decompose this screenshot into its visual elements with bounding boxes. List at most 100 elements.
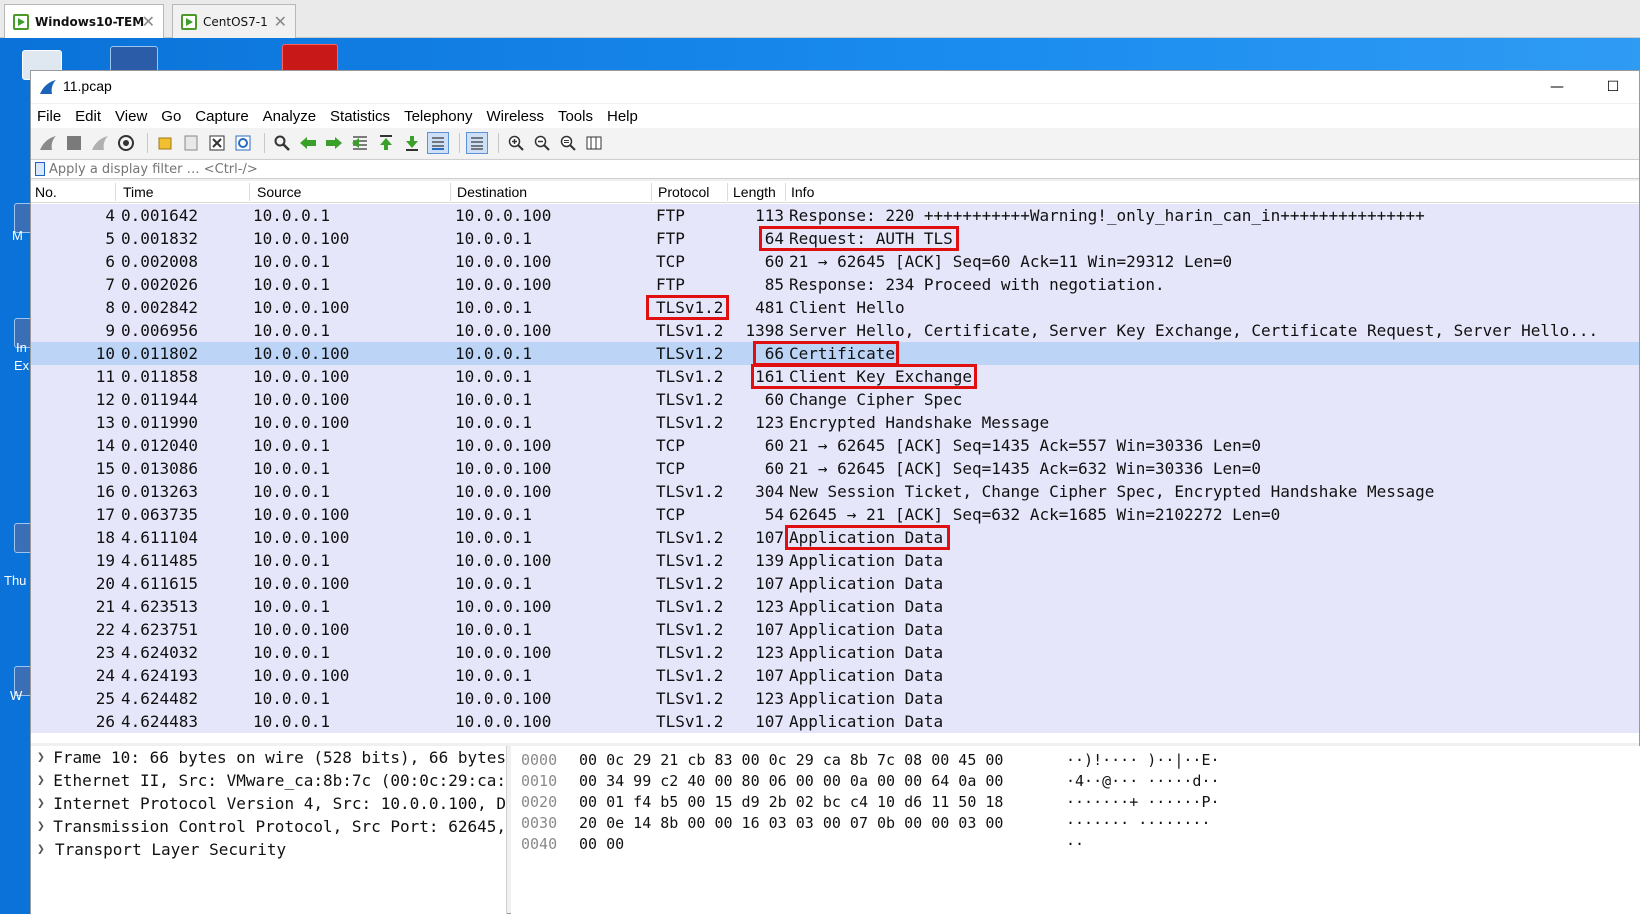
menu-analyze[interactable]: Analyze xyxy=(263,108,316,125)
detail-row[interactable]: ❯ Frame 10: 66 bytes on wire (528 bits), … xyxy=(31,746,506,769)
bytes-hex[interactable]: 00 00 xyxy=(579,835,624,853)
packet-row[interactable]: 10 0.011802 10.0.0.100 10.0.0.1 TLSv1.2 66 Cer… xyxy=(31,342,1639,365)
go-to-packet-icon[interactable] xyxy=(349,132,371,154)
menu-statistics[interactable]: Statistics xyxy=(330,108,390,125)
bytes-hex[interactable]: 00 01 f4 b5 00 15 d9 2b 02 bc c4 10 d6 1… xyxy=(579,793,1003,811)
column-header-no[interactable]: No. xyxy=(35,184,57,200)
save-file-icon[interactable] xyxy=(180,132,202,154)
detail-row[interactable]: ❯ Ethernet II, Src: VMware_ca:8b:7c (00:0… xyxy=(31,769,506,792)
colorize-icon[interactable] xyxy=(466,132,488,154)
packet-row[interactable]: 5 0.001832 10.0.0.100 10.0.0.1 FTP 64 Request:… xyxy=(31,227,1639,250)
menu-telephony[interactable]: Telephony xyxy=(404,108,472,125)
maximize-button[interactable]: ☐ xyxy=(1591,74,1635,100)
vm-tab-centos7[interactable]: CentOS7-1 ✕ xyxy=(172,4,296,38)
column-header-info[interactable]: Info xyxy=(791,184,814,200)
detail-row[interactable]: ❯ Transport Layer Security xyxy=(31,838,506,861)
stop-capture-icon[interactable] xyxy=(63,132,85,154)
packet-row[interactable]: 24 4.624193 10.0.0.100 10.0.0.1 TLSv1.2 107 Ap… xyxy=(31,664,1639,687)
bytes-hex[interactable]: 20 0e 14 8b 00 00 16 03 03 00 07 0b 00 0… xyxy=(579,814,1003,832)
column-header-length[interactable]: Length xyxy=(733,184,776,200)
packet-row[interactable]: 18 4.611104 10.0.0.100 10.0.0.1 TLSv1.2 107 Ap… xyxy=(31,526,1639,549)
column-divider[interactable] xyxy=(249,183,250,201)
find-packet-search-icon[interactable] xyxy=(271,132,293,154)
packet-row[interactable]: 22 4.623751 10.0.0.100 10.0.0.1 TLSv1.2 107 Ap… xyxy=(31,618,1639,641)
menu-file[interactable]: File xyxy=(37,108,61,125)
packet-row[interactable]: 4 0.001642 10.0.0.1 10.0.0.100 FTP 113 Respons… xyxy=(31,204,1639,227)
menu-view[interactable]: View xyxy=(115,108,147,125)
packet-row[interactable]: 6 0.002008 10.0.0.1 10.0.0.100 TCP 60 21 → 626… xyxy=(31,250,1639,273)
packet-row[interactable]: 7 0.002026 10.0.0.1 10.0.0.100 FTP 85 Response… xyxy=(31,273,1639,296)
bytes-row[interactable]: 0000 00 0c 29 21 cb 83 00 0c 29 ca 8b 7c… xyxy=(511,750,1640,771)
bytes-hex[interactable]: 00 0c 29 21 cb 83 00 0c 29 ca 8b 7c 08 0… xyxy=(579,751,1003,769)
packet-row[interactable]: 12 0.011944 10.0.0.100 10.0.0.1 TLSv1.2 60 Cha… xyxy=(31,388,1639,411)
title-bar[interactable]: 11.pcap — ☐ xyxy=(31,71,1639,103)
packet-row[interactable]: 23 4.624032 10.0.0.1 10.0.0.100 TLSv1.2 123 Ap… xyxy=(31,641,1639,664)
go-back-arrow-icon[interactable] xyxy=(297,132,319,154)
restart-capture-icon[interactable] xyxy=(89,132,111,154)
bytes-hex[interactable]: 00 34 99 c2 40 00 80 06 00 00 0a 00 00 6… xyxy=(579,772,1003,790)
chevron-right-icon[interactable]: ❯ xyxy=(37,819,53,834)
chevron-right-icon[interactable]: ❯ xyxy=(37,796,53,811)
bytes-ascii[interactable]: ·4··@··· ·····d·· xyxy=(1066,772,1220,790)
reload-file-icon[interactable] xyxy=(232,132,254,154)
column-divider[interactable] xyxy=(727,183,728,201)
packet-row[interactable]: 14 0.012040 10.0.0.1 10.0.0.100 TCP 60 21 → 62… xyxy=(31,434,1639,457)
minimize-button[interactable]: — xyxy=(1535,74,1579,100)
go-forward-arrow-icon[interactable] xyxy=(323,132,345,154)
column-header-source[interactable]: Source xyxy=(257,184,301,200)
packet-row[interactable]: 26 4.624483 10.0.0.1 10.0.0.100 TLSv1.2 107 Ap… xyxy=(31,710,1639,733)
bytes-row[interactable]: 0010 00 34 99 c2 40 00 80 06 00 00 0a 00… xyxy=(511,771,1640,792)
bytes-ascii[interactable]: ······· ········ xyxy=(1066,814,1211,832)
detail-row[interactable]: ❯ Internet Protocol Version 4, Src: 10.0.… xyxy=(31,792,506,815)
menu-help[interactable]: Help xyxy=(607,108,638,125)
packet-row[interactable]: 21 4.623513 10.0.0.1 10.0.0.100 TLSv1.2 123 Ap… xyxy=(31,595,1639,618)
column-divider[interactable] xyxy=(450,183,451,201)
bookmark-icon[interactable] xyxy=(35,162,45,176)
zoom-in-icon[interactable] xyxy=(505,132,527,154)
packet-row[interactable]: 11 0.011858 10.0.0.100 10.0.0.1 TLSv1.2 161 Cl… xyxy=(31,365,1639,388)
open-file-icon[interactable] xyxy=(154,132,176,154)
resize-columns-icon[interactable] xyxy=(583,132,605,154)
chevron-right-icon[interactable]: ❯ xyxy=(37,750,53,765)
menu-capture[interactable]: Capture xyxy=(195,108,248,125)
column-header-time[interactable]: Time xyxy=(123,184,154,200)
close-icon[interactable]: ✕ xyxy=(142,12,155,31)
packet-row[interactable]: 20 4.611615 10.0.0.100 10.0.0.1 TLSv1.2 107 Ap… xyxy=(31,572,1639,595)
packet-row[interactable]: 25 4.624482 10.0.0.1 10.0.0.100 TLSv1.2 123 Ap… xyxy=(31,687,1639,710)
column-header-destination[interactable]: Destination xyxy=(457,184,527,200)
go-first-packet-icon[interactable] xyxy=(375,132,397,154)
autoscroll-icon[interactable] xyxy=(427,132,449,154)
capture-options-gear-icon[interactable] xyxy=(115,132,137,154)
go-last-packet-icon[interactable] xyxy=(401,132,423,154)
start-capture-fin-icon[interactable] xyxy=(37,132,59,154)
menu-go[interactable]: Go xyxy=(161,108,181,125)
bytes-row[interactable]: 0030 20 0e 14 8b 00 00 16 03 03 00 07 0b… xyxy=(511,813,1640,834)
menu-tools[interactable]: Tools xyxy=(558,108,593,125)
column-divider[interactable] xyxy=(785,183,786,201)
packet-row[interactable]: 13 0.011990 10.0.0.100 10.0.0.1 TLSv1.2 123 En… xyxy=(31,411,1639,434)
vm-tab-windows10[interactable]: Windows10-TEM ✕ xyxy=(4,4,164,38)
packet-row[interactable]: 15 0.013086 10.0.0.1 10.0.0.100 TCP 60 21 → 62… xyxy=(31,457,1639,480)
bytes-ascii[interactable]: ·······+ ······P· xyxy=(1066,793,1220,811)
bytes-ascii[interactable]: ··)!···· )··|··E· xyxy=(1066,751,1220,769)
packet-row[interactable]: 9 0.006956 10.0.0.1 10.0.0.100 TLSv1.2 1398 Se… xyxy=(31,319,1639,342)
column-header-protocol[interactable]: Protocol xyxy=(658,184,709,200)
bytes-ascii[interactable]: ·· xyxy=(1066,835,1084,853)
column-divider[interactable] xyxy=(651,183,652,201)
packet-row[interactable]: 8 0.002842 10.0.0.100 10.0.0.1 TLSv1.2 481 Cli… xyxy=(31,296,1639,319)
detail-row[interactable]: ❯ Transmission Control Protocol, Src Port… xyxy=(31,815,506,838)
packet-row[interactable]: 16 0.013263 10.0.0.1 10.0.0.100 TLSv1.2 304 Ne… xyxy=(31,480,1639,503)
close-file-icon[interactable] xyxy=(206,132,228,154)
chevron-right-icon[interactable]: ❯ xyxy=(37,842,55,857)
zoom-out-icon[interactable] xyxy=(531,132,553,154)
packet-row[interactable]: 19 4.611485 10.0.0.1 10.0.0.100 TLSv1.2 139 Ap… xyxy=(31,549,1639,572)
menu-wireless[interactable]: Wireless xyxy=(486,108,544,125)
zoom-reset-icon[interactable] xyxy=(557,132,579,154)
column-divider[interactable] xyxy=(115,183,116,201)
display-filter-input[interactable] xyxy=(49,161,1549,178)
menu-edit[interactable]: Edit xyxy=(75,108,101,125)
bytes-row[interactable]: 0020 00 01 f4 b5 00 15 d9 2b 02 bc c4 10… xyxy=(511,792,1640,813)
close-icon[interactable]: ✕ xyxy=(274,12,287,31)
chevron-right-icon[interactable]: ❯ xyxy=(37,773,53,788)
packet-row[interactable]: 17 0.063735 10.0.0.100 10.0.0.1 TCP 54 62645 →… xyxy=(31,503,1639,526)
